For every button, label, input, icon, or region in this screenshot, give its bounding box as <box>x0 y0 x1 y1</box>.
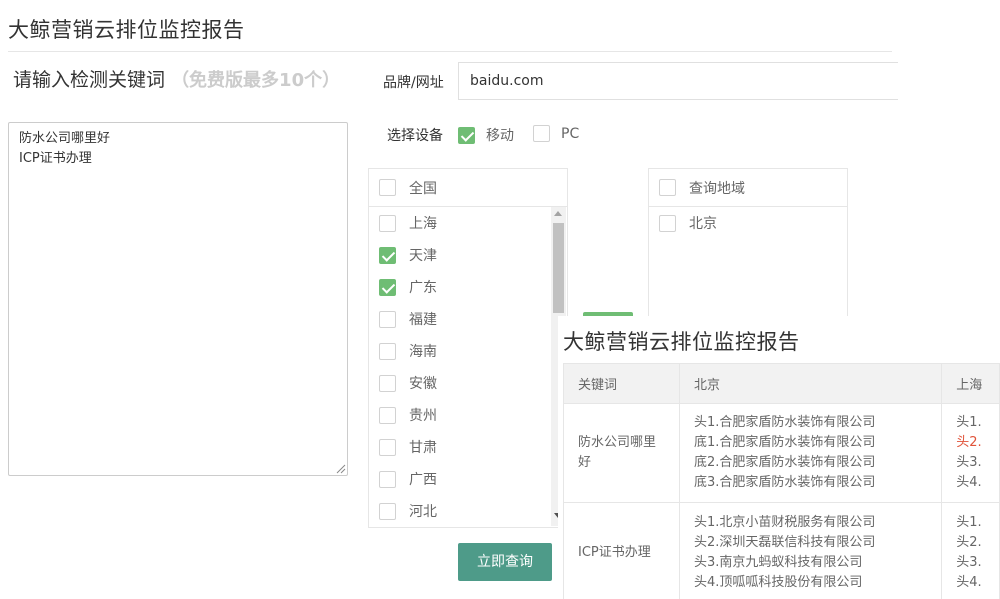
scrollbar-thumb[interactable] <box>553 223 564 313</box>
region-label: 甘肃 <box>409 440 437 456</box>
region-select-all[interactable]: 全国 <box>369 169 567 207</box>
region-label: 广东 <box>409 280 437 296</box>
region-label: 天津 <box>409 248 437 264</box>
report-title: 大鲸营销云排位监控报告 <box>563 330 800 354</box>
region-checkbox[interactable] <box>379 310 396 328</box>
table-row: 防水公司哪里好 头1.合肥家盾防水装饰有限公司 底1.合肥家盾防水装饰有限公司 … <box>563 403 1000 503</box>
rank-entry: 头1.北京小苗财税服务有限公司 <box>693 514 876 530</box>
region-checkbox[interactable] <box>379 246 396 264</box>
rank-entry: 头1. <box>956 415 982 430</box>
keywords-label-text: 请输入检测关键词 <box>13 69 166 91</box>
selected-select-all[interactable]: 查询地域 <box>649 169 847 207</box>
device-label: 选择设备 <box>387 128 443 144</box>
rank-entry: 头4.顶呱呱科技股份有限公司 <box>693 574 863 590</box>
region-item[interactable]: 贵州 <box>369 399 552 431</box>
selected-region-label: 北京 <box>689 216 717 232</box>
mobile-checkbox[interactable] <box>458 126 475 144</box>
region-checkbox[interactable] <box>379 342 396 360</box>
region-label: 贵州 <box>409 408 437 424</box>
report-panel: 大鲸营销云排位监控报告 关键词 北京 上海 防水公司哪里好 头1.合肥家盾防水装… <box>558 316 1000 599</box>
query-button[interactable]: 立即查询 <box>458 543 552 581</box>
beijing-cell: 头1.合肥家盾防水装饰有限公司 底1.合肥家盾防水装饰有限公司 底2.合肥家盾防… <box>678 403 943 503</box>
keywords-label: 请输入检测关键词 （免费版最多10个） <box>13 68 343 93</box>
region-label: 广西 <box>409 472 437 488</box>
rank-entry: 头1. <box>956 514 982 530</box>
keyword-line: 防水公司哪里好 <box>19 131 111 146</box>
shanghai-cell: 头1. 头2. 头3. 头4. <box>941 403 1000 503</box>
shanghai-cell: 头1. 头2. 头3. 头4. <box>941 502 1000 599</box>
region-header-label: 全国 <box>409 180 437 197</box>
region-item[interactable]: 天津 <box>369 239 552 271</box>
report-table: 关键词 北京 上海 防水公司哪里好 头1.合肥家盾防水装饰有限公司 底1.合肥家… <box>563 363 1000 599</box>
rank-entry: 头2.深圳天磊联信科技有限公司 <box>693 534 876 550</box>
rank-entry: 头1.合肥家盾防水装饰有限公司 <box>693 415 876 430</box>
region-checkbox[interactable] <box>379 374 396 392</box>
rank-entry: 头3. <box>956 554 982 570</box>
title-divider <box>8 51 892 52</box>
selected-all-checkbox[interactable] <box>659 179 676 196</box>
region-label: 安徽 <box>409 376 437 392</box>
region-item[interactable]: 甘肃 <box>369 431 552 463</box>
rank-entry-highlight: 头2. <box>956 435 982 450</box>
region-label: 海南 <box>409 344 437 360</box>
region-checkbox[interactable] <box>379 470 396 488</box>
keyword-line: ICP证书办理 <box>19 151 92 166</box>
region-label: 上海 <box>409 216 437 232</box>
table-row: ICP证书办理 头1.北京小苗财税服务有限公司 头2.深圳天磊联信科技有限公司 … <box>563 502 1000 599</box>
device-option-label: PC <box>561 125 580 142</box>
select-all-checkbox[interactable] <box>379 179 396 196</box>
brand-label: 品牌/网址 <box>383 75 444 91</box>
region-list: 上海 天津 广东 福建 海南 安徽 贵州 甘肃 广西 河北 <box>369 207 552 527</box>
column-header: 北京 <box>678 363 943 404</box>
region-checkbox[interactable] <box>379 278 396 296</box>
device-option-pc[interactable]: PC <box>533 125 579 142</box>
page-title: 大鲸营销云排位监控报告 <box>8 18 245 42</box>
region-item[interactable]: 海南 <box>369 335 552 367</box>
region-checkbox[interactable] <box>379 214 396 232</box>
rank-entry: 头4. <box>956 574 982 590</box>
device-option-label: 移动 <box>486 128 514 144</box>
region-checkbox[interactable] <box>379 502 396 520</box>
selected-region-checkbox[interactable] <box>659 214 676 232</box>
column-header: 关键词 <box>563 363 680 404</box>
region-item[interactable]: 上海 <box>369 207 552 239</box>
region-item[interactable]: 福建 <box>369 303 552 335</box>
keyword-cell: ICP证书办理 <box>563 502 680 599</box>
keywords-limit-hint: （免费版最多10个） <box>171 70 341 91</box>
rank-entry: 底2.合肥家盾防水装饰有限公司 <box>693 455 876 470</box>
device-option-mobile[interactable]: 移动 <box>458 125 514 145</box>
rank-entry: 头3. <box>956 455 982 470</box>
brand-url-input[interactable]: baidu.com <box>458 62 898 100</box>
region-target-panel: 查询地域 北京 <box>648 168 848 320</box>
table-header-row: 关键词 北京 上海 <box>563 363 1000 404</box>
region-label: 河北 <box>409 504 437 520</box>
region-checkbox[interactable] <box>379 438 396 456</box>
rank-entry: 头2. <box>956 534 982 550</box>
column-header: 上海 <box>941 363 1000 404</box>
region-label: 福建 <box>409 312 437 328</box>
selected-header-label: 查询地域 <box>689 180 745 197</box>
region-item[interactable]: 河北 <box>369 495 552 527</box>
beijing-cell: 头1.北京小苗财税服务有限公司 头2.深圳天磊联信科技有限公司 头3.南京九蚂蚁… <box>678 502 943 599</box>
keywords-textarea[interactable]: 防水公司哪里好 ICP证书办理 <box>8 122 348 476</box>
rank-entry: 头3.南京九蚂蚁科技有限公司 <box>693 554 863 570</box>
region-item[interactable]: 广东 <box>369 271 552 303</box>
resize-grip-icon[interactable] <box>336 464 346 474</box>
region-item[interactable]: 安徽 <box>369 367 552 399</box>
region-checkbox[interactable] <box>379 406 396 424</box>
rank-entry: 底3.合肥家盾防水装饰有限公司 <box>693 475 876 490</box>
rank-entry: 头4. <box>956 475 982 490</box>
keyword-cell: 防水公司哪里好 <box>563 403 680 503</box>
rank-entry: 底1.合肥家盾防水装饰有限公司 <box>693 435 876 450</box>
selected-region-item[interactable]: 北京 <box>649 207 847 239</box>
region-item[interactable]: 广西 <box>369 463 552 495</box>
region-source-panel: 全国 上海 天津 广东 福建 海南 安徽 贵州 甘肃 广西 河北 <box>368 168 568 528</box>
pc-checkbox[interactable] <box>533 125 550 142</box>
scroll-up-arrow-icon[interactable] <box>554 211 562 216</box>
